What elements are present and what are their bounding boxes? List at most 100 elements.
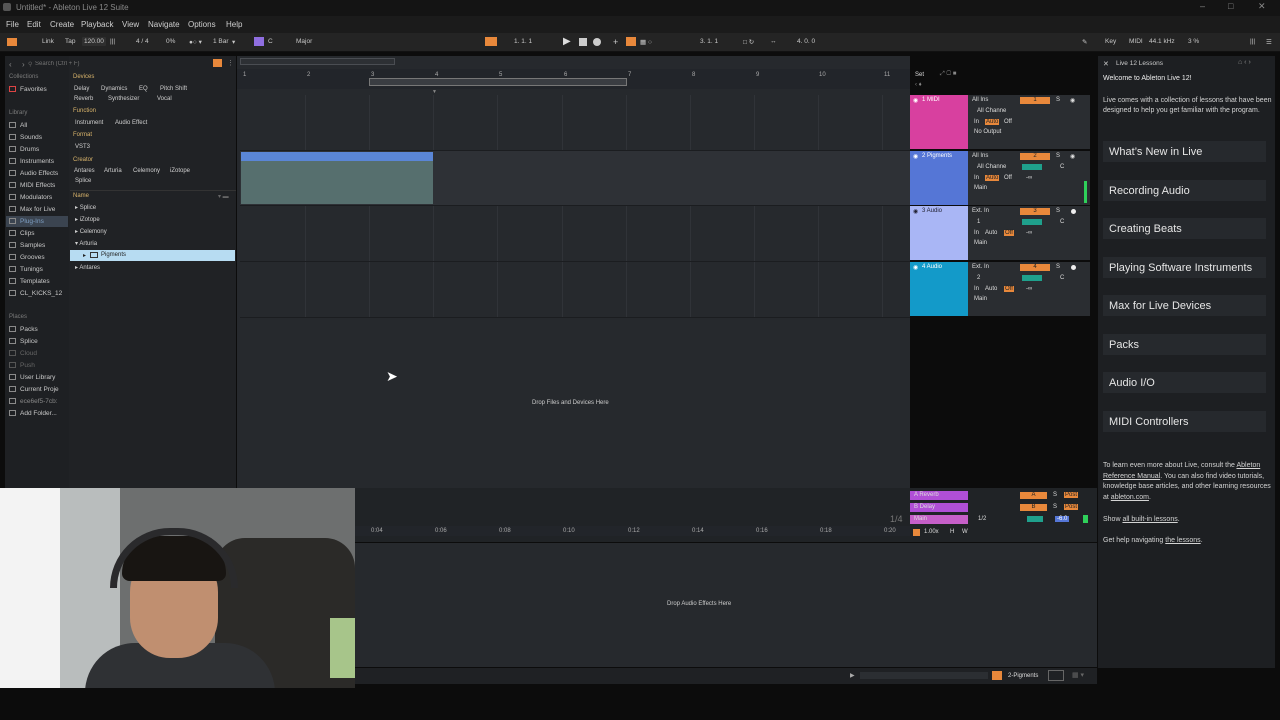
input-channel-select[interactable]: All Channe bbox=[977, 108, 1006, 114]
tag-eq[interactable]: EQ bbox=[139, 86, 148, 92]
follow-toggle-icon[interactable] bbox=[913, 529, 920, 536]
menu-playback[interactable]: Playback bbox=[81, 20, 113, 29]
lesson-midi-controllers[interactable]: MIDI Controllers bbox=[1103, 411, 1266, 432]
monitor-off[interactable]: Off bbox=[1004, 119, 1012, 125]
place-packs[interactable]: Packs bbox=[9, 326, 38, 333]
monitor-auto[interactable]: Auto bbox=[985, 175, 1000, 181]
tag-splice[interactable]: Splice bbox=[75, 178, 91, 184]
return-b-solo[interactable]: S bbox=[1053, 504, 1057, 510]
output-select[interactable]: Main bbox=[974, 296, 987, 302]
browser-options-icon[interactable]: ⋮ bbox=[227, 59, 234, 67]
tree-item-izotope[interactable]: ▸ iZotope bbox=[75, 216, 100, 223]
function-filter-label[interactable]: Function bbox=[73, 108, 96, 114]
lesson-recording-audio[interactable]: Recording Audio bbox=[1103, 180, 1266, 201]
mixer-toggle-icon[interactable]: ▦ ▾ bbox=[1072, 671, 1084, 679]
expand-arrow-icon[interactable]: ▶ bbox=[850, 672, 855, 679]
monitor-off[interactable]: Off bbox=[1004, 230, 1014, 236]
input-type-select[interactable]: All Ins bbox=[972, 97, 988, 103]
place-user-library[interactable]: User Library bbox=[9, 374, 55, 381]
menu-navigate[interactable]: Navigate bbox=[148, 20, 180, 29]
place-splice[interactable]: Splice bbox=[9, 338, 38, 345]
metronome-icon[interactable]: ||| bbox=[110, 38, 115, 45]
browser-toggle-icon[interactable] bbox=[7, 38, 17, 46]
input-channel-select[interactable]: All Channe bbox=[977, 164, 1006, 170]
monitor-in[interactable]: In bbox=[974, 119, 979, 125]
automation-arm-icon[interactable] bbox=[626, 37, 636, 46]
monitor-auto[interactable]: Auto bbox=[985, 119, 1000, 125]
status-scrollbar[interactable] bbox=[860, 672, 988, 679]
lessons-help-link[interactable]: the lessons bbox=[1165, 537, 1200, 544]
return-a-post[interactable]: Post bbox=[1064, 492, 1079, 498]
back-arrow-icon[interactable]: ‹ bbox=[9, 60, 12, 69]
volume-field[interactable] bbox=[1022, 219, 1042, 225]
menu-create[interactable]: Create bbox=[50, 20, 74, 29]
place-push[interactable]: Push bbox=[9, 362, 35, 369]
menu-help[interactable]: Help bbox=[226, 20, 242, 29]
sidebar-item-clips[interactable]: Clips bbox=[9, 230, 34, 237]
loop-length-field[interactable]: 4. 0. 0 bbox=[797, 38, 815, 45]
monitor-off[interactable]: Off bbox=[1004, 175, 1012, 181]
track-fold-icon[interactable]: ◉ bbox=[913, 208, 918, 215]
punch-icon[interactable]: ↔ bbox=[770, 38, 777, 45]
arm-icon[interactable] bbox=[1071, 209, 1076, 214]
monitor-auto[interactable]: Auto bbox=[985, 230, 997, 236]
add-folder-button[interactable]: Add Folder... bbox=[9, 410, 57, 417]
forward-arrow-icon[interactable]: › bbox=[22, 60, 25, 69]
clip-view-icon[interactable] bbox=[1048, 670, 1064, 681]
sidebar-item-tunings[interactable]: Tunings bbox=[9, 266, 43, 273]
lesson-software-instruments[interactable]: Playing Software Instruments bbox=[1103, 257, 1266, 278]
lesson-whats-new[interactable]: What’s New in Live bbox=[1103, 141, 1266, 162]
place-folder[interactable]: ece6ef5-7cb: bbox=[9, 398, 58, 405]
speed-readout[interactable]: 1.00x bbox=[924, 529, 939, 535]
capture-icon[interactable]: ▦ ○ bbox=[640, 38, 652, 46]
sidebar-item-templates[interactable]: Templates bbox=[9, 278, 50, 285]
sidebar-item-all[interactable]: All bbox=[9, 122, 27, 129]
input-type-select[interactable]: All Ins bbox=[972, 153, 988, 159]
sidebar-item-midi-effects[interactable]: MIDI Effects bbox=[9, 182, 55, 189]
arm-icon[interactable]: ◉ bbox=[1070, 153, 1075, 160]
tag-arturia[interactable]: Arturia bbox=[104, 168, 122, 174]
sidebar-item-sounds[interactable]: Sounds bbox=[9, 134, 42, 141]
arm-icon[interactable]: ◉ bbox=[1070, 97, 1075, 104]
scale-root-select[interactable]: C bbox=[268, 38, 273, 45]
track-activator-button[interactable]: 1 bbox=[1020, 97, 1050, 104]
key-map-button[interactable]: Key bbox=[1105, 38, 1116, 45]
sidebar-item-cl-kicks[interactable]: CL_KICKS_12 bbox=[9, 290, 62, 297]
scale-name-select[interactable]: Major bbox=[296, 38, 312, 45]
arm-icon[interactable] bbox=[1071, 265, 1076, 270]
sidebar-item-samples[interactable]: Samples bbox=[9, 242, 45, 249]
track-activator-button[interactable]: 4 bbox=[1020, 264, 1050, 271]
tag-vocal[interactable]: Vocal bbox=[157, 96, 172, 102]
height-toggle[interactable]: H bbox=[950, 529, 954, 535]
track-header-2-pigments[interactable]: ◉ 2 Pigments bbox=[910, 151, 968, 205]
lesson-creating-beats[interactable]: Creating Beats bbox=[1103, 218, 1266, 239]
main-track[interactable]: Main bbox=[910, 515, 968, 524]
sidebar-item-audio-effects[interactable]: Audio Effects bbox=[9, 170, 58, 177]
sidebar-item-modulators[interactable]: Modulators bbox=[9, 194, 52, 201]
devices-filter-label[interactable]: Devices bbox=[73, 74, 94, 80]
tree-item-pigments[interactable]: ▸ Pigments bbox=[70, 250, 235, 261]
play-button[interactable]: ▶ bbox=[563, 36, 571, 47]
stop-button[interactable] bbox=[579, 38, 587, 46]
expand-chevron-icon[interactable]: ▸ bbox=[83, 252, 86, 259]
input-channel-select[interactable]: 1 bbox=[977, 219, 980, 225]
minimize-button[interactable]: – bbox=[1200, 1, 1205, 11]
monitor-in[interactable]: In bbox=[974, 175, 979, 181]
pan-field[interactable]: C bbox=[1060, 164, 1064, 170]
menu-options[interactable]: Options bbox=[188, 20, 216, 29]
tempo-field[interactable]: 120.00 bbox=[82, 37, 106, 46]
tree-item-celemony[interactable]: ▸ Celemony bbox=[75, 228, 107, 235]
format-filter-label[interactable]: Format bbox=[73, 132, 92, 138]
scale-mode-icon[interactable] bbox=[254, 37, 264, 46]
menu-file[interactable]: File bbox=[6, 20, 19, 29]
tag-vst3[interactable]: VST3 bbox=[75, 144, 90, 150]
return-a-activator[interactable]: A bbox=[1020, 492, 1047, 499]
monitor-in[interactable]: In bbox=[974, 230, 979, 236]
sidebar-item-plug-ins[interactable]: Plug-Ins bbox=[6, 216, 68, 227]
input-type-select[interactable]: Ext. In bbox=[972, 264, 989, 270]
monitor-in[interactable]: In bbox=[974, 286, 979, 292]
tree-item-arturia[interactable]: ▾ Arturia bbox=[75, 240, 97, 247]
return-a-solo[interactable]: S bbox=[1053, 492, 1057, 498]
tag-dynamics[interactable]: Dynamics bbox=[101, 86, 127, 92]
midi-clip-header[interactable] bbox=[241, 152, 433, 161]
